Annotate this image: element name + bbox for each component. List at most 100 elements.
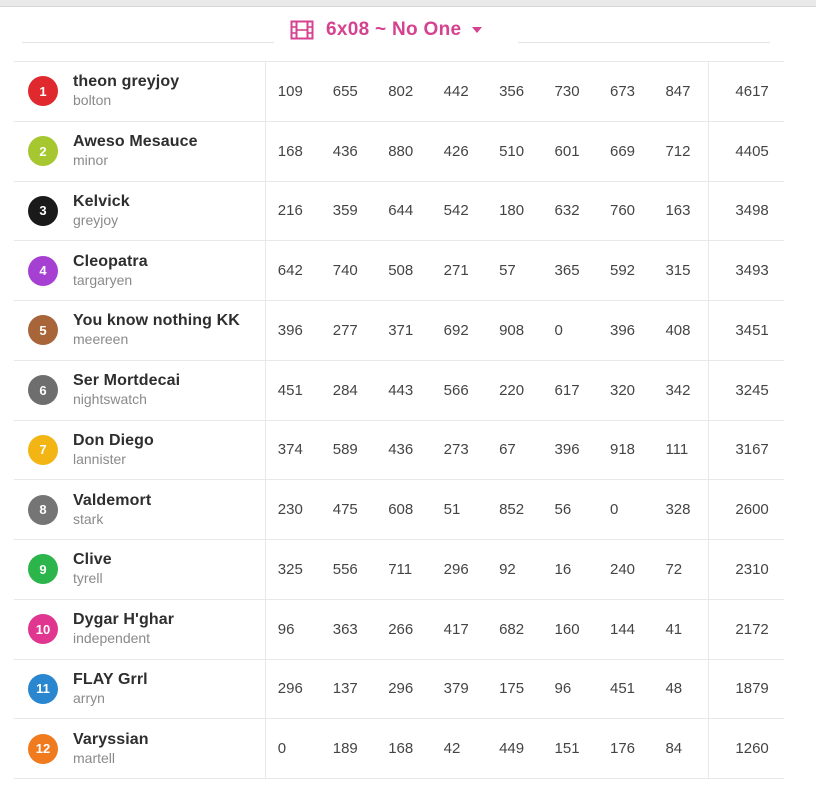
player-name[interactable]: Dygar H'ghar [73,611,174,629]
player-info: 3 Kelvick greyjoy [14,193,265,229]
player-cell: 5 You know nothing KK meereen [14,300,266,361]
player-text: Cleopatra targaryen [73,253,148,289]
leaderboard-row[interactable]: 8 Valdemort stark 230 475 608 51 852 56 0 328 2600 [14,479,784,540]
total-score-cell: 4617 [708,61,784,122]
week-score-cell: 711 [376,539,432,600]
week-score-cell: 426 [431,120,488,182]
week-score-cell: 712 [653,120,709,182]
week-score-cell: 608 [376,479,432,540]
player-name[interactable]: You know nothing KK [73,312,240,330]
player-house: targaryen [73,271,133,288]
week-score-cell: 601 [542,120,598,182]
week-score-cell: 0 [265,718,321,779]
week-score-cell: 342 [653,359,709,421]
player-house: tyrell [73,570,103,587]
rank-badge: 8 [28,494,58,525]
player-info: 7 Don Diego lannister [14,432,265,468]
week-score-cell: 396 [265,300,321,361]
player-text: FLAY Grrl arryn [73,671,148,707]
week-score-cell: 449 [487,718,543,779]
leaderboard-row[interactable]: 5 You know nothing KK meereen 396 277 371 692 9… [14,300,784,361]
header: 6x08 ~ No One [0,7,816,61]
leaderboard-row[interactable]: 10 Dygar H'ghar independent 96 363 266 417 682 1… [14,598,784,660]
player-name[interactable]: Varyssian [73,731,149,749]
week-score-cell: 408 [653,300,709,361]
player-house: lannister [73,450,126,467]
week-score-cell: 168 [376,718,432,779]
leaderboard-row[interactable]: 7 Don Diego lannister 374 589 436 273 67 396 918 1… [14,419,784,481]
player-info: 8 Valdemort stark [14,492,265,528]
player-house: martell [73,749,116,766]
rank-badge: 2 [28,136,58,167]
caret-down-icon [472,27,483,33]
player-name[interactable]: Don Diego [73,432,154,450]
total-score-cell: 1879 [708,658,784,720]
player-text: Aweso Mesauce minor [73,133,198,169]
leaderboard-row[interactable]: 12 Varyssian martell 0 189 168 42 449 151 176 84 12… [14,718,784,779]
player-info: 1 theon greyjoy bolton [14,73,265,109]
week-score-cell: 151 [542,718,598,779]
player-name[interactable]: theon greyjoy [73,73,179,91]
week-score-cell: 760 [598,180,654,242]
week-score-cell: 396 [598,300,654,361]
week-score-cell: 0 [542,300,598,361]
rank-badge: 11 [28,673,58,704]
week-score-cell: 315 [653,240,709,301]
player-name[interactable]: Clive [73,551,112,569]
player-name[interactable]: Ser Mortdecai [73,372,180,390]
week-score-cell: 230 [265,479,321,540]
rank-badge: 6 [28,375,58,406]
player-name[interactable]: FLAY Grrl [73,671,148,689]
week-score-cell: 48 [653,658,709,720]
episode-selector[interactable]: 6x08 ~ No One [290,15,483,45]
week-score-cell: 730 [542,61,598,122]
player-cell: 12 Varyssian martell [14,718,266,779]
week-score-cell: 57 [487,240,543,301]
rank-badge: 4 [28,255,58,286]
leaderboard-row[interactable]: 11 FLAY Grrl arryn 296 137 296 379 175 96 451 48 18… [14,658,784,720]
leaderboard-row[interactable]: 6 Ser Mortdecai nightswatch 451 284 443 566 220… [14,359,784,421]
leaderboard-row[interactable]: 2 Aweso Mesauce minor 168 436 880 426 510 601 669… [14,120,784,182]
leaderboard-row[interactable]: 9 Clive tyrell 325 556 711 296 92 16 240 72 2310 [14,539,784,600]
week-score-cell: 284 [320,359,377,421]
week-score-cell: 451 [598,658,654,720]
week-score-cell: 396 [542,419,598,481]
player-house: independent [73,630,151,647]
player-info: 6 Ser Mortdecai nightswatch [14,372,265,408]
player-name[interactable]: Aweso Mesauce [73,133,198,151]
player-name[interactable]: Valdemort [73,492,151,510]
week-score-cell: 356 [487,61,543,122]
week-score-cell: 277 [320,300,377,361]
week-score-cell: 566 [431,359,488,421]
leaderboard-row[interactable]: 3 Kelvick greyjoy 216 359 644 542 180 632 760 163 3… [14,180,784,242]
week-score-cell: 673 [598,61,654,122]
player-cell: 9 Clive tyrell [14,539,266,600]
player-house: minor [73,152,109,169]
week-score-cell: 669 [598,120,654,182]
week-score-cell: 802 [376,61,432,122]
player-cell: 2 Aweso Mesauce minor [14,120,266,182]
week-score-cell: 442 [431,61,488,122]
leaderboard-row[interactable]: 4 Cleopatra targaryen 642 740 508 271 57 365 592 3… [14,240,784,301]
episode-label: 6x08 ~ No One [326,19,462,40]
week-score-cell: 451 [265,359,321,421]
week-score-cell: 189 [320,718,377,779]
player-house: stark [73,510,104,527]
week-score-cell: 443 [376,359,432,421]
header-divider-right [518,42,770,43]
player-name[interactable]: Kelvick [73,193,130,211]
week-score-cell: 379 [431,658,488,720]
player-name[interactable]: Cleopatra [73,253,148,271]
player-text: Varyssian martell [73,731,149,767]
week-score-cell: 682 [487,598,543,660]
week-score-cell: 692 [431,300,488,361]
player-info: 9 Clive tyrell [14,551,265,587]
week-score-cell: 160 [542,598,598,660]
player-info: 10 Dygar H'ghar independent [14,611,265,647]
player-text: Ser Mortdecai nightswatch [73,372,180,408]
week-score-cell: 96 [542,658,598,720]
week-score-cell: 216 [265,180,321,242]
leaderboard-row[interactable]: 1 theon greyjoy bolton 109 655 802 442 356 730 67… [14,61,784,122]
week-score-cell: 92 [487,539,543,600]
player-text: Don Diego lannister [73,432,154,468]
